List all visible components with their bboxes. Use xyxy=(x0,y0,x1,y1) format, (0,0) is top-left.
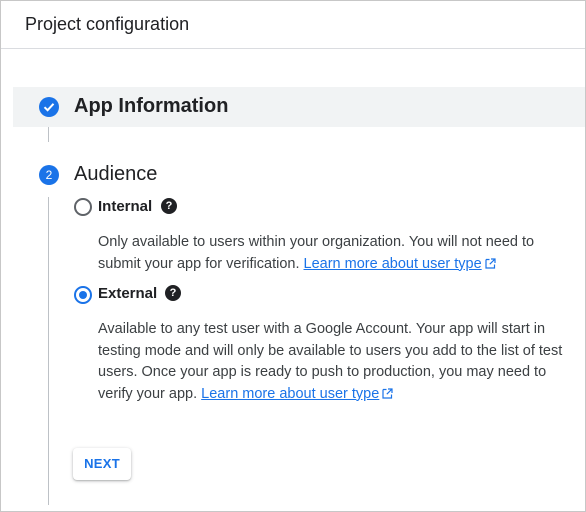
step-connector-audience xyxy=(48,197,49,505)
radio-external[interactable] xyxy=(74,286,92,304)
internal-help-icon[interactable]: ? xyxy=(161,198,177,214)
external-help-icon[interactable]: ? xyxy=(165,285,181,301)
panel-header: Project configuration xyxy=(1,1,585,49)
radio-external-label[interactable]: External xyxy=(98,285,157,302)
open-in-new-icon xyxy=(485,257,496,269)
external-description: Available to any test user with a Google… xyxy=(98,319,568,405)
internal-learn-more-link[interactable]: Learn more about user type xyxy=(304,256,482,272)
radio-internal[interactable] xyxy=(74,198,92,216)
open-in-new-icon xyxy=(382,387,393,399)
step-audience-title: Audience xyxy=(74,163,158,185)
external-learn-more-link[interactable]: Learn more about user type xyxy=(201,386,379,402)
radio-internal-label[interactable]: Internal xyxy=(98,198,152,215)
step-app-information-title[interactable]: App Information xyxy=(74,95,228,118)
step-connector xyxy=(48,127,49,142)
panel-title: Project configuration xyxy=(25,14,190,34)
next-button[interactable]: NEXT xyxy=(73,448,131,480)
internal-description: Only available to users within your orga… xyxy=(98,232,568,275)
step-number-badge: 2 xyxy=(39,165,59,185)
step-complete-check-icon xyxy=(39,97,59,117)
project-configuration-panel: Project configuration App Information 2 … xyxy=(0,0,586,512)
internal-learn-more-link-text[interactable]: Learn more about user type xyxy=(304,256,482,272)
external-learn-more-link-text[interactable]: Learn more about user type xyxy=(201,386,379,402)
